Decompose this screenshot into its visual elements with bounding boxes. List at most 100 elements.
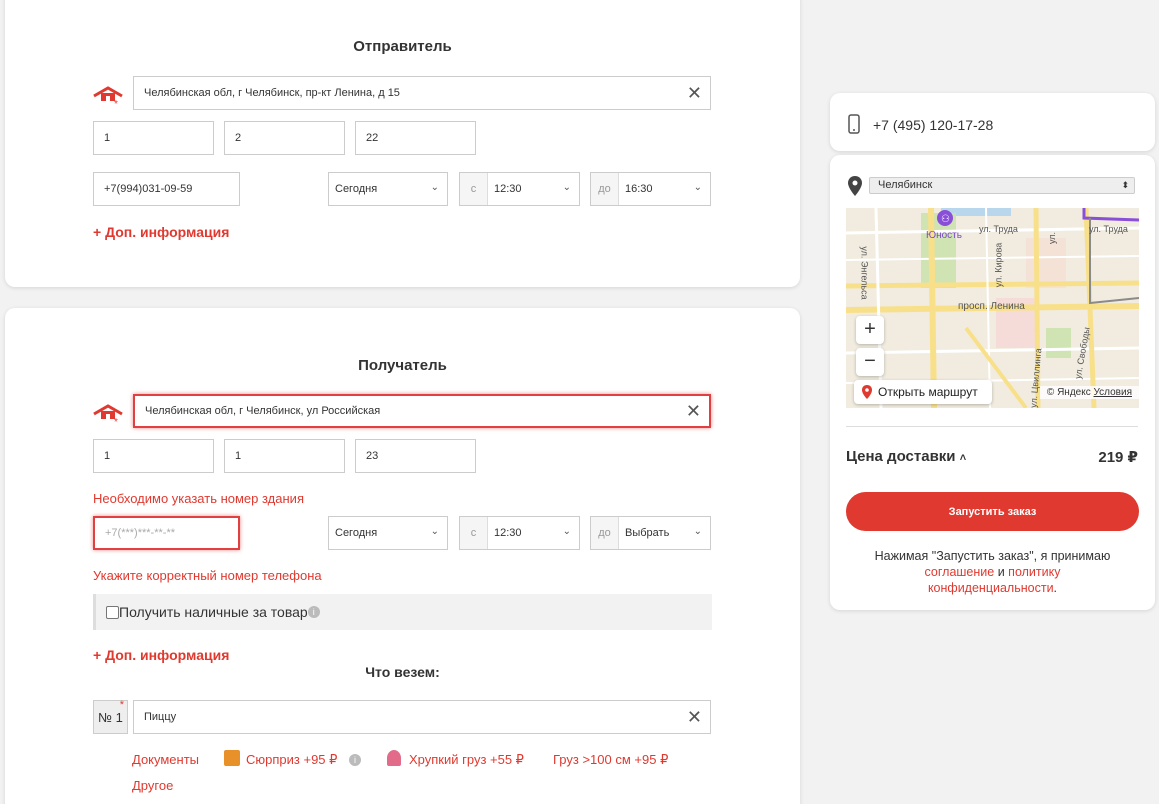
sender-entrance-value: 1 xyxy=(104,132,111,144)
recipient-to-prefix: до xyxy=(591,517,619,549)
sender-to-prefix: до xyxy=(591,173,619,205)
recipient-floor-input[interactable]: 1 xyxy=(224,439,345,473)
chevron-down-icon: ⌄ xyxy=(562,526,571,537)
cash-checkbox[interactable] xyxy=(106,605,119,619)
chevron-down-icon: ⌄ xyxy=(693,182,702,193)
sender-from-select[interactable]: с 12:30 ⌄ xyxy=(459,172,580,206)
chevron-up-icon: ˄ xyxy=(959,452,967,464)
map-label-trud: ул. Труда xyxy=(979,224,1018,234)
recipient-title: Получатель xyxy=(358,357,447,374)
info-icon[interactable]: i xyxy=(307,606,320,618)
cash-option-row[interactable]: Получить наличные за товар i xyxy=(93,594,712,630)
cargo-item-number-value: № 1 xyxy=(98,709,123,725)
sender-phone-value: +7(994)031-09-59 xyxy=(104,183,193,195)
recipient-from-select[interactable]: с 12:30 ⌄ xyxy=(459,516,580,550)
privacy-link[interactable]: политику xyxy=(1008,565,1060,579)
recipient-entrance-input[interactable]: 1 xyxy=(93,439,214,473)
clear-icon[interactable]: ✕ xyxy=(687,83,702,103)
agreement-prefix: Нажимая "Запустить заказ", я принимаю xyxy=(874,549,1111,563)
recipient-phone-input[interactable]: +7(***)***-**-** xyxy=(93,516,240,550)
recipient-entrance-value: 1 xyxy=(104,450,111,462)
location-pin-icon xyxy=(848,176,862,196)
map-label-engelsa: ул. Энгельса xyxy=(859,246,870,300)
minus-icon: − xyxy=(864,350,876,372)
sender-floor-value: 2 xyxy=(235,132,242,144)
recipient-from-value: 12:30 xyxy=(494,527,522,539)
recipient-day-value: Сегодня xyxy=(335,527,378,539)
recipient-apartment-input[interactable]: 23 xyxy=(355,439,476,473)
chevron-down-icon: ⌄ xyxy=(430,182,439,193)
tag-other[interactable]: Другое xyxy=(132,778,173,793)
map-label-trud2: ул. Труда xyxy=(1089,224,1128,234)
tag-large[interactable]: Груз >100 см +95 ₽ xyxy=(553,752,668,768)
recipient-to-value: Выбрать xyxy=(625,527,670,539)
tag-documents[interactable]: Документы xyxy=(132,752,199,767)
cargo-input[interactable]: Пиццу ✕ xyxy=(133,700,711,734)
sender-from-prefix: с xyxy=(460,173,488,205)
recipient-floor-value: 1 xyxy=(235,450,242,462)
phone-icon xyxy=(848,114,860,134)
sender-to-value: 16:30 xyxy=(625,183,653,195)
flower-icon xyxy=(387,750,401,766)
sender-floor-input[interactable]: 2 xyxy=(224,121,345,155)
sender-entrance-input[interactable]: 1 xyxy=(93,121,214,155)
sender-apartment-value: 22 xyxy=(366,132,379,144)
recipient-apartment-value: 23 xyxy=(366,450,379,462)
sender-title: Отправитель xyxy=(353,38,452,55)
city-value: Челябинск xyxy=(878,179,933,191)
sender-day-value: Сегодня xyxy=(335,183,378,195)
map-terms-link[interactable]: Условия xyxy=(1093,387,1132,398)
support-phone[interactable]: +7 (495) 120-17-28 xyxy=(873,117,993,133)
recipient-phone-placeholder: +7(***)***-**-** xyxy=(105,527,176,539)
info-icon[interactable]: i xyxy=(349,754,361,766)
phone-error: Укажите корректный номер телефона xyxy=(93,568,322,583)
price-label[interactable]: Цена доставки ˄ xyxy=(846,448,966,465)
svg-text:⚇: ⚇ xyxy=(941,214,950,225)
map-label-kirova: ул. Кирова xyxy=(993,242,1004,288)
agreement-text: Нажимая "Запустить заказ", я принимаю со… xyxy=(846,548,1139,596)
recipient-extra-info-link[interactable]: + Доп. информация xyxy=(93,647,229,663)
sender-day-select[interactable]: Сегодня ⌄ xyxy=(328,172,448,206)
tag-fragile[interactable]: Хрупкий груз +55 ₽ xyxy=(409,752,524,768)
recipient-to-select[interactable]: до Выбрать ⌄ xyxy=(590,516,711,550)
divider xyxy=(846,426,1138,427)
copyright-text: © Яндекс xyxy=(1046,387,1091,398)
route-pin-icon xyxy=(862,385,872,399)
sender-address-input[interactable]: Челябинская обл, г Челябинск, пр-кт Лени… xyxy=(133,76,711,110)
cargo-title: Что везем: xyxy=(365,664,440,680)
agreement-and: и xyxy=(994,565,1009,579)
cash-label: Получить наличные за товар xyxy=(119,604,308,620)
svg-text:*: * xyxy=(114,99,118,108)
sender-phone-input[interactable]: +7(994)031-09-59 xyxy=(93,172,240,206)
sender-address-value: Челябинская обл, г Челябинск, пр-кт Лени… xyxy=(144,87,400,99)
privacy-link-cont[interactable]: конфиденциальности xyxy=(928,581,1054,595)
map[interactable]: ⚇ Юность ул. Труда ул. Труда просп. Лени… xyxy=(846,208,1139,408)
sender-to-select[interactable]: до 16:30 ⌄ xyxy=(590,172,711,206)
recipient-address-value: Челябинская обл, г Челябинск, ул Российс… xyxy=(145,405,381,417)
recipient-day-select[interactable]: Сегодня ⌄ xyxy=(328,516,448,550)
zoom-out-button[interactable]: − xyxy=(856,348,884,376)
open-route-button[interactable]: Открыть маршрут xyxy=(854,380,992,404)
agreement-dot: . xyxy=(1053,581,1058,595)
sender-apartment-input[interactable]: 22 xyxy=(355,121,476,155)
price-label-text: Цена доставки xyxy=(846,448,956,465)
required-mark: * xyxy=(119,699,124,711)
svg-text:*: * xyxy=(114,417,118,426)
zoom-in-button[interactable]: + xyxy=(856,316,884,344)
sender-from-value: 12:30 xyxy=(494,183,522,195)
map-copyright: © Яндекс Условия xyxy=(1039,386,1139,399)
agreement-link[interactable]: соглашение xyxy=(925,565,995,579)
sender-extra-info-link[interactable]: + Доп. информация xyxy=(93,224,229,240)
city-select[interactable]: Челябинск ⬍ xyxy=(869,177,1135,194)
home-icon: * xyxy=(93,86,123,108)
price-value: 219 ₽ xyxy=(1098,449,1138,466)
clear-icon[interactable]: ✕ xyxy=(686,401,701,421)
open-route-label: Открыть маршрут xyxy=(878,385,978,399)
recipient-address-input[interactable]: Челябинская обл, г Челябинск, ул Российс… xyxy=(133,394,711,428)
chevron-down-icon: ⌄ xyxy=(430,526,439,537)
tag-surprise[interactable]: Сюрприз +95 ₽ xyxy=(246,752,337,768)
home-icon: * xyxy=(93,404,123,426)
clear-icon[interactable]: ✕ xyxy=(687,707,702,727)
start-order-button[interactable]: Запустить заказ xyxy=(846,492,1139,531)
cargo-value: Пиццу xyxy=(144,711,177,723)
